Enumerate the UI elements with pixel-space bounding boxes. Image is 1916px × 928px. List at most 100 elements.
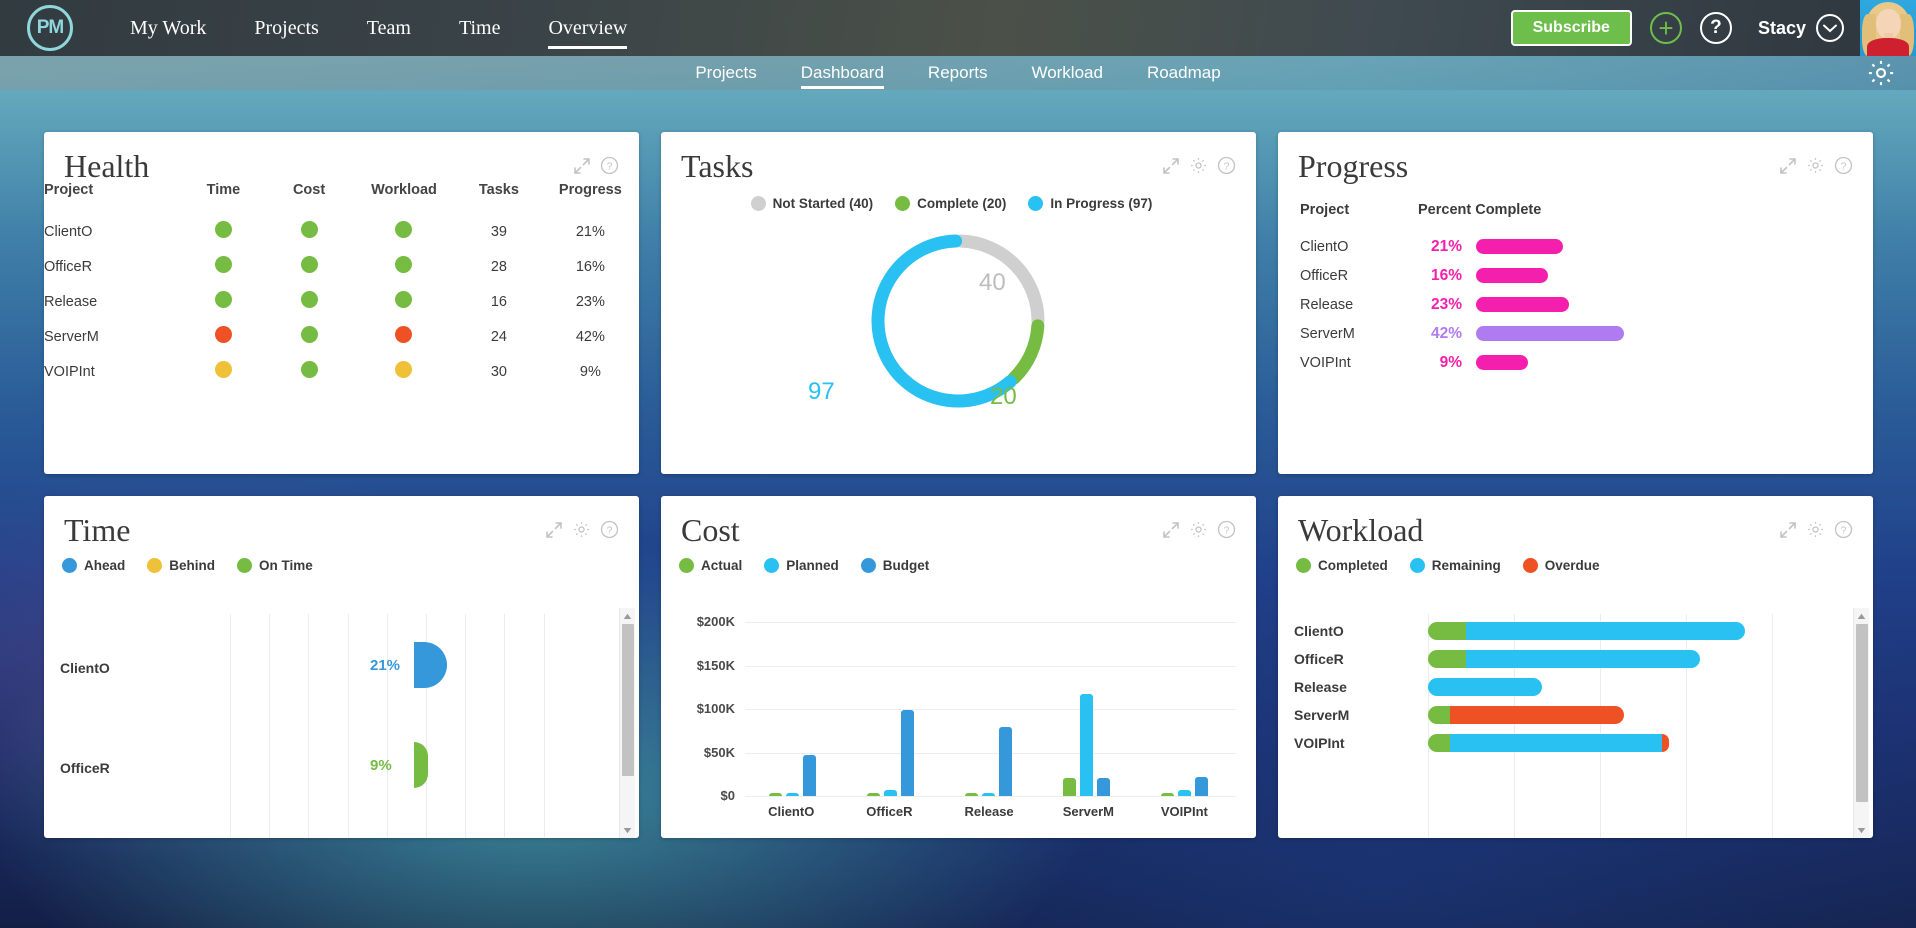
scroll-down-icon[interactable]	[1857, 822, 1866, 838]
progress-project-name: OfficeR	[1300, 267, 1349, 284]
cost-y-tick: $100K	[696, 701, 735, 716]
app-logo[interactable]: PM	[18, 0, 82, 56]
scroll-thumb[interactable]	[621, 624, 634, 776]
workload-segment-overdue[interactable]	[1662, 734, 1669, 752]
help-icon[interactable]: ?	[600, 156, 619, 180]
health-title: Health	[64, 148, 150, 184]
workload-scrollbar[interactable]	[1853, 608, 1869, 838]
workload-legend-label: Remaining	[1431, 558, 1501, 573]
workload-segment-remaining[interactable]	[1466, 650, 1701, 668]
health-status-workload	[352, 214, 456, 249]
subscribe-button[interactable]: Subscribe	[1510, 10, 1632, 46]
expand-icon[interactable]	[1162, 521, 1180, 544]
time-bar-label: 21%	[370, 657, 401, 674]
time-gridline	[269, 614, 271, 838]
workload-segment-remaining[interactable]	[1466, 622, 1745, 640]
expand-icon[interactable]	[1162, 157, 1180, 180]
nav-item-time[interactable]: Time	[435, 0, 525, 56]
subnav-item-dashboard[interactable]: Dashboard	[779, 56, 906, 90]
tasks-widget: Tasks ? Not Started (40) Complete (20) I…	[661, 132, 1256, 474]
question-mark-icon[interactable]: ?	[1699, 12, 1732, 44]
time-gridline	[308, 614, 310, 838]
nav-item-team[interactable]: Team	[343, 0, 435, 56]
scroll-down-icon[interactable]	[623, 822, 632, 838]
workload-project-name: ClientO	[1294, 623, 1344, 639]
workload-project-name: ServerM	[1294, 707, 1350, 723]
workload-segment-completed[interactable]	[1428, 650, 1466, 668]
time-status-dot	[214, 361, 232, 378]
workload-gridline	[1600, 614, 1601, 838]
time-project-name: ClientO	[60, 660, 110, 676]
workload-segment-completed[interactable]	[1428, 706, 1451, 724]
workload-segment-completed[interactable]	[1428, 622, 1466, 640]
tasks-legend-dot	[750, 196, 766, 211]
chevron-down-icon[interactable]	[1816, 14, 1844, 42]
cost-legend: Actual Planned Budget	[661, 546, 1256, 573]
cost-bar	[900, 709, 914, 796]
progress-col-percent: Percent Complete	[1418, 202, 1542, 218]
help-icon[interactable]: ?	[1834, 156, 1853, 180]
time-gridline	[465, 614, 467, 838]
subnav-item-projects[interactable]: Projects	[673, 56, 778, 90]
cost-widget: Cost ? Actual Planned Budget $0 $50K $10…	[661, 496, 1256, 838]
help-icon[interactable]: ?	[1217, 520, 1236, 544]
workload-segment-completed[interactable]	[1428, 734, 1451, 752]
avatar[interactable]	[1860, 0, 1916, 56]
subnav-item-reports[interactable]: Reports	[906, 56, 1010, 90]
workload-segment-remaining[interactable]	[1428, 678, 1542, 696]
expand-icon[interactable]	[573, 157, 591, 180]
health-tasks-count: 39	[490, 223, 507, 240]
health-header: Health ?	[44, 132, 639, 182]
subnav-item-workload[interactable]: Workload	[1009, 56, 1125, 90]
help-icon[interactable]: ?	[1834, 520, 1853, 544]
workload-legend-item: Completed	[1296, 558, 1388, 573]
workload-chart: ClientO OfficeR Release ServerM VOIPInt	[1278, 614, 1856, 838]
time-legend-label: Ahead	[84, 558, 126, 573]
svg-text:?: ?	[1841, 526, 1847, 537]
time-scrollbar[interactable]	[619, 608, 635, 838]
gear-icon[interactable]	[1189, 520, 1208, 544]
workload-widget: Workload ? Completed Remaining Overdue C…	[1278, 496, 1873, 838]
cost-chart: $0 $50K $100K $150K $200K ClientO OfficeR Relea…	[661, 614, 1256, 838]
workload-title: Workload	[1298, 512, 1424, 548]
expand-icon[interactable]	[1779, 157, 1797, 180]
donut-arc-in-progress[interactable]	[871, 234, 1017, 408]
workload-legend-dot	[1296, 558, 1311, 573]
tasks-legend-dot	[1028, 196, 1044, 211]
workload-status-dot	[395, 361, 413, 378]
health-project-name: ClientO	[44, 223, 93, 240]
progress-list: ClientO 21% OfficeR 16% Release 23% ServerM 42%…	[1278, 226, 1873, 377]
gear-icon[interactable]	[1806, 520, 1825, 544]
time-project-name: OfficeR	[60, 760, 110, 776]
nav-item-my-work[interactable]: My Work	[106, 0, 230, 56]
health-project-name: VOIPInt	[44, 363, 95, 380]
help-icon[interactable]: ?	[1217, 156, 1236, 180]
gear-icon[interactable]	[1866, 58, 1896, 88]
col-progress: Progress	[558, 182, 622, 198]
subnav-item-roadmap[interactable]: Roadmap	[1125, 56, 1243, 90]
scroll-up-icon[interactable]	[623, 608, 632, 624]
workload-segment-remaining[interactable]	[1450, 734, 1663, 752]
expand-icon[interactable]	[1779, 521, 1797, 544]
scroll-up-icon[interactable]	[1857, 608, 1866, 624]
progress-row: VOIPInt 9%	[1300, 348, 1851, 377]
health-status-cost	[266, 249, 352, 284]
help-icon[interactable]: ?	[600, 520, 619, 544]
scroll-thumb[interactable]	[1855, 624, 1868, 802]
workload-legend: Completed Remaining Overdue	[1278, 546, 1873, 573]
expand-icon[interactable]	[545, 521, 563, 544]
donut-arc-complete[interactable]	[1007, 319, 1045, 385]
donut-label-complete: 20	[990, 383, 1017, 410]
nav-item-projects[interactable]: Projects	[230, 0, 342, 56]
health-status-time	[181, 354, 267, 389]
gear-icon[interactable]	[1806, 156, 1825, 180]
plus-icon[interactable]: +	[1649, 12, 1682, 44]
workload-segment-overdue[interactable]	[1450, 706, 1625, 724]
tasks-legend-label: Complete (20)	[917, 196, 1007, 211]
workload-status-dot	[395, 221, 413, 238]
gear-icon[interactable]	[1189, 156, 1208, 180]
gear-icon[interactable]	[572, 520, 591, 544]
col-cost: Cost	[292, 182, 326, 198]
nav-item-overview[interactable]: Overview	[524, 0, 651, 56]
cost-bar	[965, 793, 978, 796]
